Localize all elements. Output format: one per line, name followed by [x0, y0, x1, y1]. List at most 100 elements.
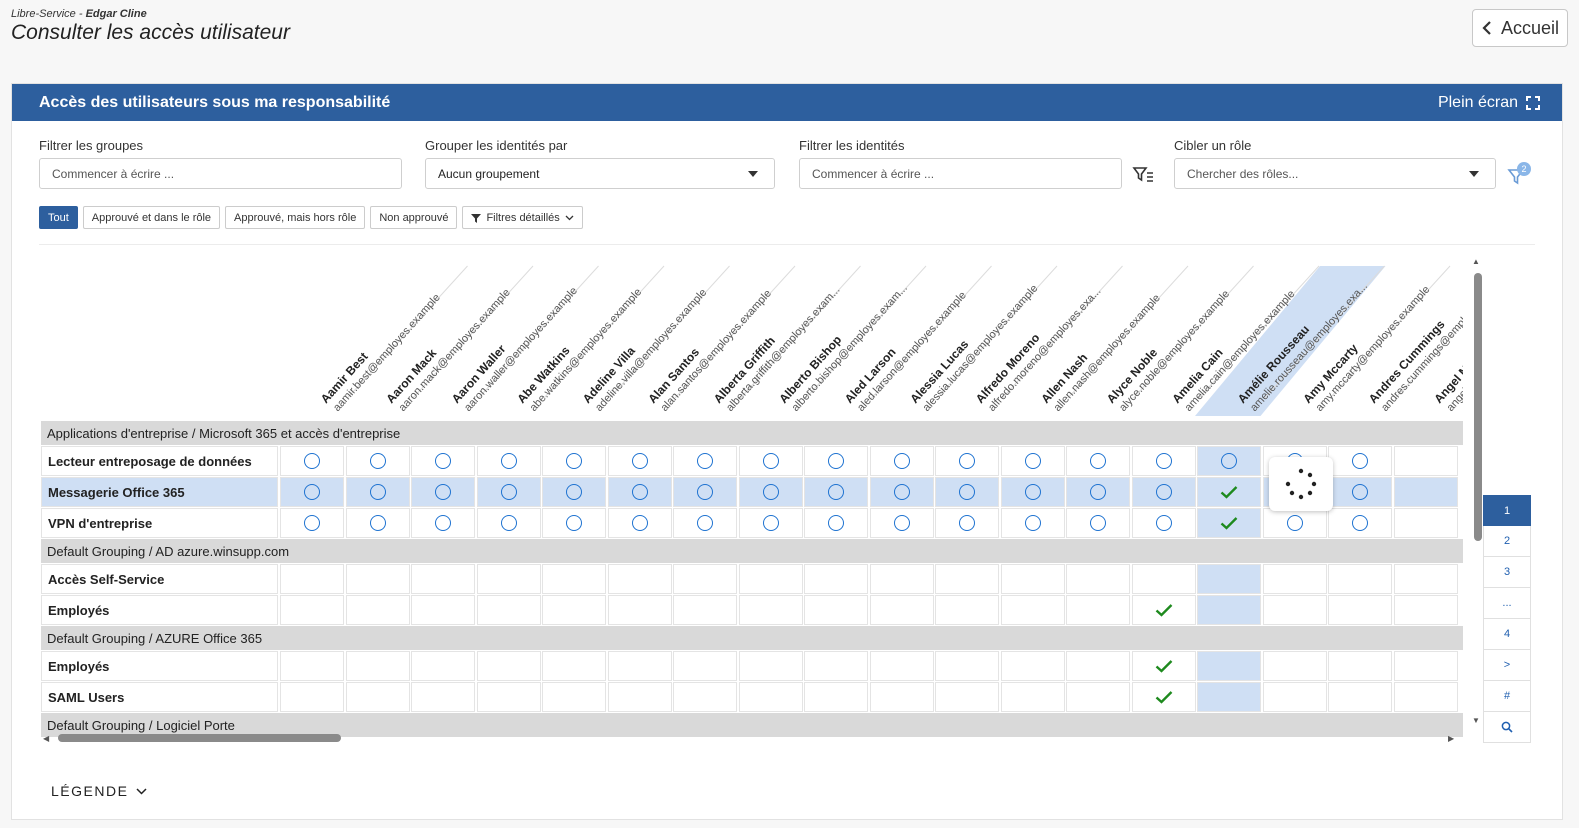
role-row-label[interactable]: SAML Users — [41, 682, 278, 712]
access-cell[interactable] — [345, 508, 410, 538]
access-cell[interactable] — [542, 508, 606, 538]
role-row-label[interactable]: Employés — [41, 651, 278, 681]
access-cell[interactable] — [607, 564, 672, 594]
column-header[interactable]: Alfredo Morenoalfredo.moreno@employes.ex… — [973, 275, 1104, 416]
access-cell[interactable] — [1131, 508, 1196, 538]
access-cell[interactable] — [1197, 508, 1261, 538]
access-cell[interactable] — [804, 651, 868, 681]
access-cell[interactable] — [935, 564, 999, 594]
access-cell[interactable] — [673, 682, 737, 712]
access-cell[interactable] — [1328, 651, 1392, 681]
access-cell[interactable] — [1066, 682, 1130, 712]
page-2[interactable]: 2 — [1483, 526, 1531, 557]
role-row-label[interactable]: Lecteur entreposage de données — [41, 446, 278, 476]
chip-detailed-filters[interactable]: Filtres détaillés — [462, 206, 583, 229]
access-cell[interactable] — [935, 682, 999, 712]
access-cell[interactable] — [804, 682, 868, 712]
column-header[interactable]: Allen Nashallen.nash@employes.example — [1038, 281, 1163, 415]
access-cell[interactable] — [869, 508, 934, 538]
access-cell[interactable] — [280, 651, 344, 681]
role-row-label[interactable]: Accès Self-Service — [41, 564, 278, 594]
role-search-select[interactable]: Chercher des rôles... — [1174, 158, 1496, 189]
access-cell[interactable] — [542, 595, 606, 625]
access-cell[interactable] — [542, 477, 606, 507]
access-cell[interactable] — [869, 477, 934, 507]
access-cell[interactable] — [1393, 682, 1458, 712]
access-cell[interactable] — [1328, 564, 1392, 594]
access-cell[interactable] — [1131, 477, 1196, 507]
access-cell[interactable] — [1197, 651, 1261, 681]
access-cell[interactable] — [1262, 682, 1327, 712]
access-cell[interactable] — [1131, 682, 1196, 712]
access-cell[interactable] — [1328, 508, 1392, 538]
access-cell[interactable] — [935, 595, 999, 625]
access-cell[interactable] — [869, 446, 934, 476]
page-4[interactable]: 4 — [1483, 619, 1531, 650]
access-cell[interactable] — [345, 651, 410, 681]
access-cell[interactable] — [738, 446, 803, 476]
access-cell[interactable] — [1197, 682, 1261, 712]
access-cell[interactable] — [1393, 564, 1458, 594]
access-cell[interactable] — [804, 564, 868, 594]
scroll-right-arrow[interactable]: ▶ — [1448, 734, 1454, 743]
access-cell[interactable] — [1131, 595, 1196, 625]
filter-groups-input[interactable]: Commencer à écrire ... — [39, 158, 402, 189]
access-cell[interactable] — [1262, 564, 1327, 594]
access-cell[interactable] — [804, 446, 868, 476]
access-cell[interactable] — [1131, 564, 1196, 594]
access-cell[interactable] — [607, 477, 672, 507]
access-cell[interactable] — [476, 595, 541, 625]
access-cell[interactable] — [1000, 651, 1065, 681]
access-cell[interactable] — [673, 446, 737, 476]
access-cell[interactable] — [607, 651, 672, 681]
role-row-label[interactable]: VPN d'entreprise — [41, 508, 278, 538]
access-cell[interactable] — [1393, 595, 1458, 625]
access-cell[interactable] — [738, 508, 803, 538]
access-cell[interactable] — [1262, 651, 1327, 681]
chip-all[interactable]: Tout — [39, 206, 78, 229]
access-cell[interactable] — [476, 446, 541, 476]
access-cell[interactable] — [476, 477, 541, 507]
column-header[interactable]: Aamir Bestaamir.best@employes.example — [318, 281, 443, 415]
access-cell[interactable] — [1000, 595, 1065, 625]
access-cell[interactable] — [738, 564, 803, 594]
access-cell[interactable] — [476, 508, 541, 538]
column-header[interactable]: Aled Larsonaled.larson@employes.example — [842, 279, 969, 416]
access-cell[interactable] — [1131, 446, 1196, 476]
column-header[interactable]: Adeline Villaadeline.villa@employes.exam… — [580, 276, 709, 415]
access-cell[interactable] — [1197, 595, 1261, 625]
scroll-up-arrow[interactable]: ▲ — [1472, 257, 1480, 266]
access-cell[interactable] — [542, 651, 606, 681]
column-header[interactable]: Angel Maangel.m — [1431, 357, 1463, 416]
access-cell[interactable] — [1197, 446, 1261, 476]
access-cell[interactable] — [1393, 651, 1458, 681]
access-cell[interactable] — [1393, 446, 1458, 476]
access-cell[interactable] — [1000, 508, 1065, 538]
access-cell[interactable] — [1393, 477, 1458, 507]
access-cell[interactable] — [345, 595, 410, 625]
access-cell[interactable] — [1066, 508, 1130, 538]
grouping-select[interactable]: Aucun groupement — [425, 158, 775, 189]
access-cell[interactable] — [411, 651, 475, 681]
access-cell[interactable] — [738, 651, 803, 681]
access-cell[interactable] — [869, 564, 934, 594]
access-cell[interactable] — [411, 595, 475, 625]
fullscreen-button[interactable]: Plein écran — [1438, 94, 1540, 112]
scroll-down-arrow[interactable]: ▼ — [1472, 716, 1480, 725]
access-cell[interactable] — [607, 595, 672, 625]
access-cell[interactable] — [1328, 595, 1392, 625]
horizontal-scroll-thumb[interactable] — [58, 734, 341, 742]
access-cell[interactable] — [476, 651, 541, 681]
page-hash[interactable]: # — [1483, 681, 1531, 712]
access-cell[interactable] — [804, 477, 868, 507]
scroll-left-arrow[interactable]: ◀ — [43, 734, 49, 743]
access-cell[interactable] — [345, 682, 410, 712]
access-cell[interactable] — [935, 508, 999, 538]
access-cell[interactable] — [542, 564, 606, 594]
access-cell[interactable] — [1066, 595, 1130, 625]
access-cell[interactable] — [1000, 446, 1065, 476]
access-cell[interactable] — [1000, 477, 1065, 507]
access-cell[interactable] — [738, 477, 803, 507]
access-cell[interactable] — [411, 564, 475, 594]
access-cell[interactable] — [607, 682, 672, 712]
